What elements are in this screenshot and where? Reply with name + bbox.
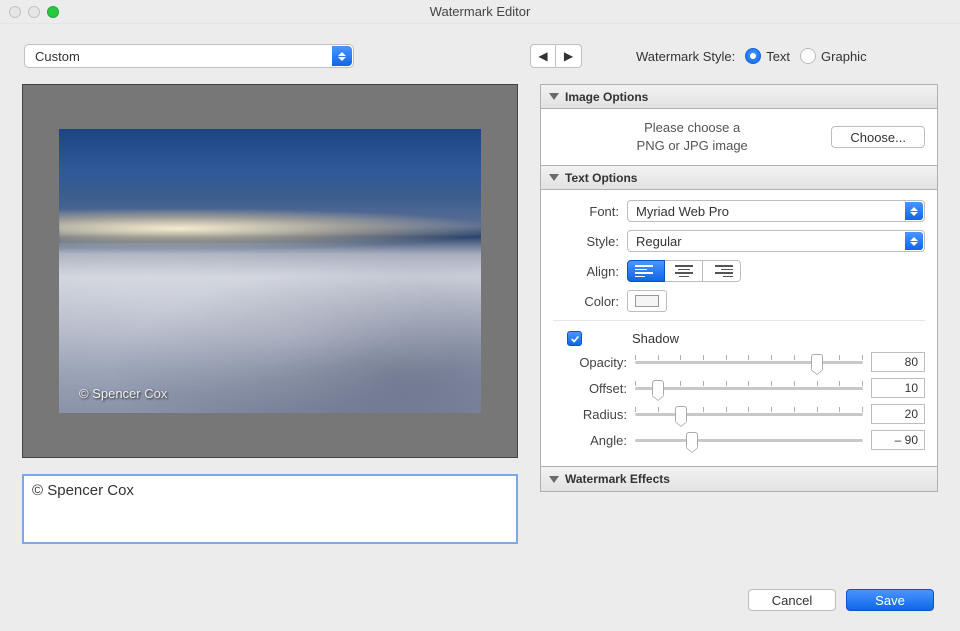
preview-nav: ◀ ▶ xyxy=(530,44,582,68)
color-swatch[interactable] xyxy=(627,290,667,312)
radius-field[interactable]: 20 xyxy=(871,404,925,424)
text-options-panel: Text Options Font: Myriad Web Pro Style:… xyxy=(541,165,937,466)
offset-label: Offset: xyxy=(553,381,627,396)
content-area: © Spencer Cox © Spencer Cox Image Option… xyxy=(0,76,960,544)
font-style-select-value: Regular xyxy=(636,234,682,249)
image-options-title: Image Options xyxy=(565,90,648,104)
check-icon xyxy=(570,334,580,344)
chevron-down-icon xyxy=(549,174,559,181)
font-label: Font: xyxy=(553,204,627,219)
chevron-up-down-icon xyxy=(905,232,923,250)
close-icon[interactable] xyxy=(9,6,21,18)
shadow-checkbox[interactable] xyxy=(567,331,582,346)
watermark-effects-panel: Watermark Effects xyxy=(541,466,937,491)
offset-field[interactable]: 10 xyxy=(871,378,925,398)
style-label: Style: xyxy=(553,234,627,249)
opacity-slider[interactable] xyxy=(635,353,863,371)
watermark-style-label: Watermark Style: xyxy=(636,49,735,64)
radius-label: Radius: xyxy=(553,407,627,422)
separator xyxy=(553,320,925,321)
image-options-message: Please choose a PNG or JPG image xyxy=(553,119,831,155)
opacity-field[interactable]: 80 xyxy=(871,352,925,372)
angle-label: Angle: xyxy=(553,433,627,448)
image-options-header[interactable]: Image Options xyxy=(541,85,937,109)
preview-watermark-text: © Spencer Cox xyxy=(79,386,167,401)
align-left-button[interactable] xyxy=(627,260,665,282)
text-options-title: Text Options xyxy=(565,171,637,185)
right-column: Image Options Please choose a PNG or JPG… xyxy=(540,84,938,544)
chevron-up-down-icon xyxy=(332,46,352,66)
dialog-footer: Cancel Save xyxy=(748,589,934,611)
watermark-text-input[interactable]: © Spencer Cox xyxy=(22,474,518,544)
window-controls xyxy=(9,6,59,18)
offset-slider[interactable] xyxy=(635,379,863,397)
minimize-icon[interactable] xyxy=(28,6,40,18)
preview-frame: © Spencer Cox xyxy=(22,84,518,458)
style-graphic-radio[interactable]: Graphic xyxy=(800,48,867,64)
color-chip-icon xyxy=(635,295,659,307)
angle-slider[interactable] xyxy=(635,431,863,449)
radius-slider[interactable] xyxy=(635,405,863,423)
preset-select[interactable]: Custom xyxy=(24,44,354,68)
text-options-header[interactable]: Text Options xyxy=(541,166,937,190)
style-graphic-radio-label: Graphic xyxy=(821,49,867,64)
titlebar: Watermark Editor xyxy=(0,0,960,24)
style-text-radio[interactable]: Text xyxy=(745,48,790,64)
chevron-down-icon xyxy=(549,93,559,100)
align-center-button[interactable] xyxy=(665,260,703,282)
zoom-icon[interactable] xyxy=(47,6,59,18)
chevron-up-down-icon xyxy=(905,202,923,220)
watermark-effects-title: Watermark Effects xyxy=(565,472,670,486)
image-options-panel: Image Options Please choose a PNG or JPG… xyxy=(541,85,937,165)
save-button[interactable]: Save xyxy=(846,589,934,611)
opacity-label: Opacity: xyxy=(553,355,627,370)
align-right-button[interactable] xyxy=(703,260,741,282)
top-controls: Custom ◀ ▶ Watermark Style: Text Graphic xyxy=(0,24,960,76)
angle-field[interactable]: – 90 xyxy=(871,430,925,450)
font-select-value: Myriad Web Pro xyxy=(636,204,729,219)
style-text-radio-label: Text xyxy=(766,49,790,64)
watermark-text-value: © Spencer Cox xyxy=(32,482,134,499)
preset-select-value: Custom xyxy=(35,49,80,64)
align-segmented xyxy=(627,260,741,282)
prev-image-button[interactable]: ◀ xyxy=(530,44,556,68)
font-style-select[interactable]: Regular xyxy=(627,230,925,252)
preview-image: © Spencer Cox xyxy=(59,129,481,413)
cancel-button[interactable]: Cancel xyxy=(748,589,836,611)
watermark-effects-header[interactable]: Watermark Effects xyxy=(541,467,937,491)
watermark-style-group: Watermark Style: Text Graphic xyxy=(636,48,867,64)
window-title: Watermark Editor xyxy=(8,4,952,19)
options-panel-stack: Image Options Please choose a PNG or JPG… xyxy=(540,84,938,492)
color-label: Color: xyxy=(553,294,627,309)
font-select[interactable]: Myriad Web Pro xyxy=(627,200,925,222)
left-column: © Spencer Cox © Spencer Cox xyxy=(22,84,518,544)
choose-image-button[interactable]: Choose... xyxy=(831,126,925,148)
chevron-down-icon xyxy=(549,476,559,483)
shadow-label: Shadow xyxy=(632,331,679,346)
next-image-button[interactable]: ▶ xyxy=(556,44,582,68)
align-label: Align: xyxy=(553,264,627,279)
